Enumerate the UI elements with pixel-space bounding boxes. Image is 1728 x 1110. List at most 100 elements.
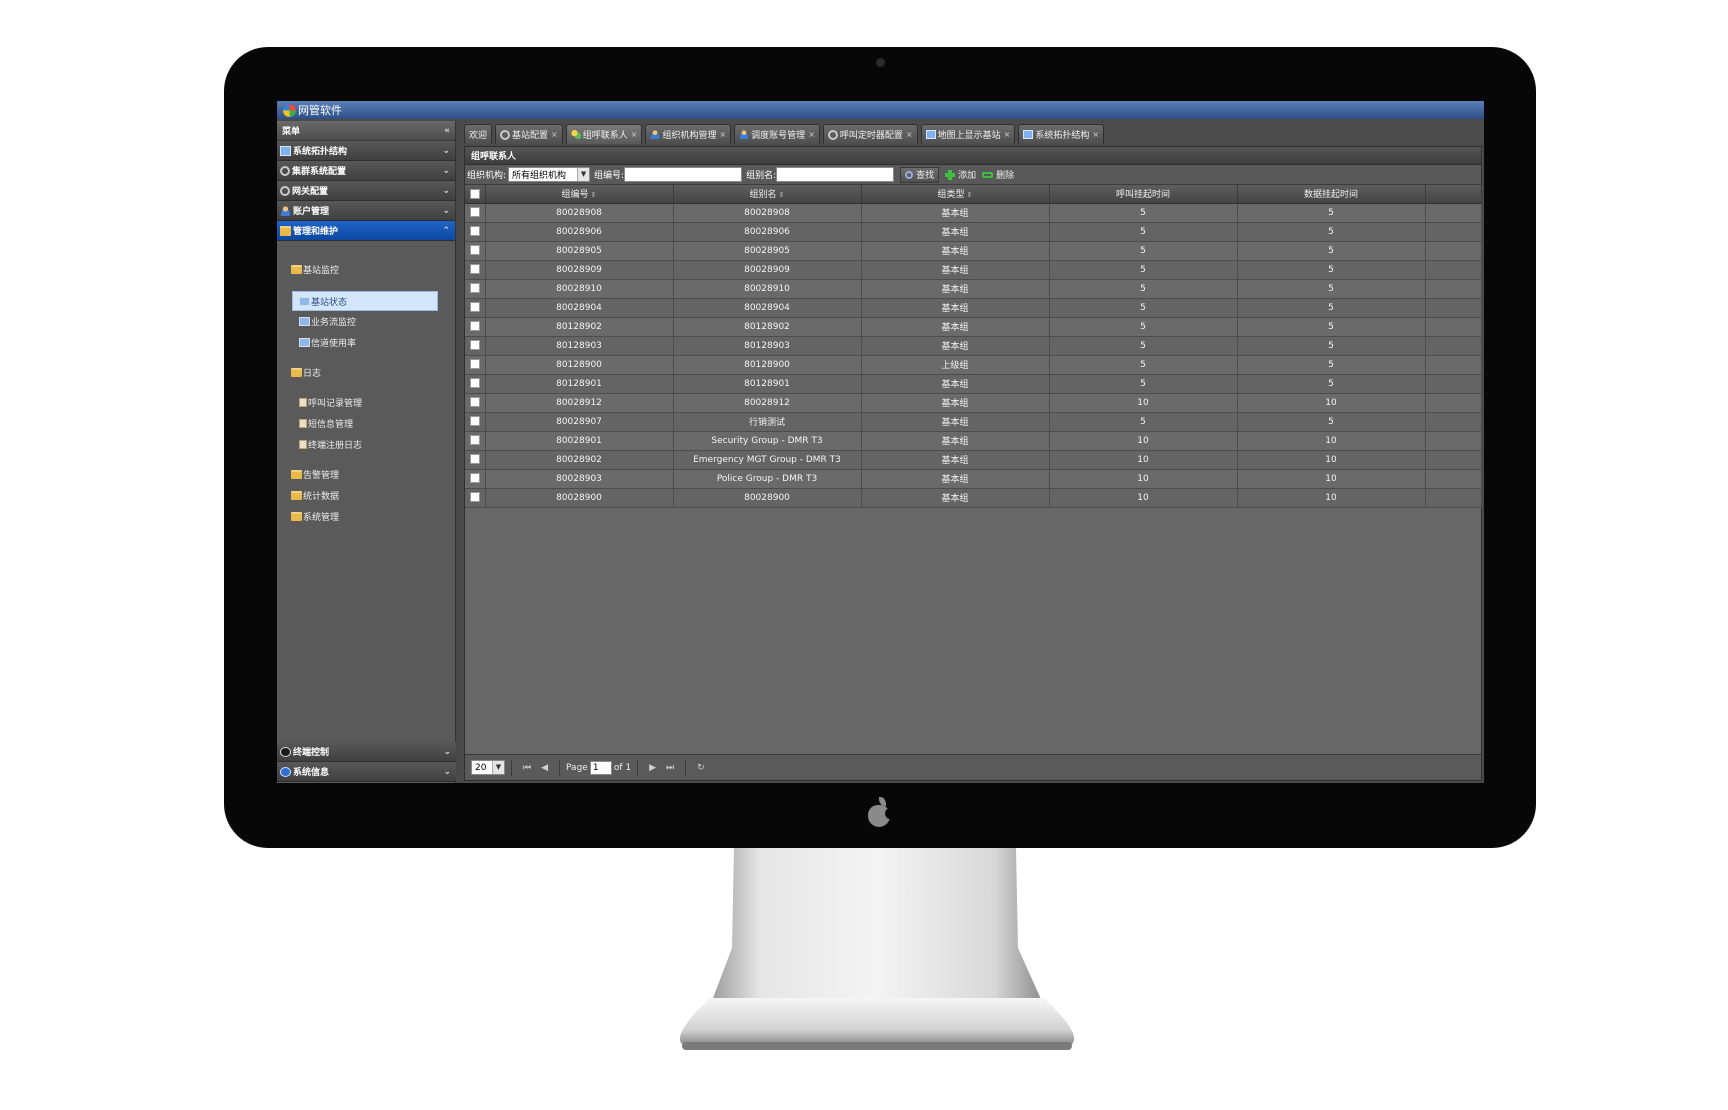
row-checkbox[interactable] (469, 359, 480, 370)
row-checkbox[interactable] (469, 378, 480, 389)
delete-button[interactable]: 删除 (982, 168, 1014, 181)
row-select-cell[interactable] (465, 317, 486, 337)
table-row[interactable]: 80128900 80128900 上级组 5 5 (465, 355, 1482, 375)
tree-item-call-record[interactable]: 呼叫记录管理 (299, 394, 362, 410)
table-row[interactable]: 80028909 80028909 基本组 5 5 (465, 260, 1482, 280)
tab-dispatch-accounts[interactable]: 调度账号管理 × (734, 124, 820, 144)
row-select-cell[interactable] (465, 298, 486, 318)
tree-folder-stats[interactable]: 统计数据 (291, 487, 339, 503)
row-select-cell[interactable] (465, 450, 486, 470)
tree-folder-alarm[interactable]: 告警管理 (291, 466, 339, 482)
row-select-cell[interactable] (465, 412, 486, 432)
table-row[interactable]: 80028901 Security Group - DMR T3 基本组 10 10 (465, 431, 1482, 451)
row-select-cell[interactable] (465, 355, 486, 375)
row-select-cell[interactable] (465, 222, 486, 242)
row-checkbox[interactable] (469, 492, 480, 503)
close-icon[interactable]: × (1092, 130, 1099, 139)
row-select-cell[interactable] (465, 431, 486, 451)
tree-folder-bs-monitor[interactable]: 基站监控 (291, 261, 339, 277)
prev-page-icon[interactable]: ◀ (541, 763, 548, 773)
table-row[interactable]: 80028905 80028905 基本组 5 5 (465, 241, 1482, 261)
row-select-cell[interactable] (465, 393, 486, 413)
tab-topology[interactable]: 系统拓扑结构 × (1018, 124, 1105, 144)
table-row[interactable]: 80028902 Emergency MGT Group - DMR T3 基本组 1… (465, 450, 1482, 470)
tab-group-contacts[interactable]: 组呼联系人 × (565, 124, 643, 144)
table-row[interactable]: 80028908 80028908 基本组 5 5 (465, 203, 1482, 223)
page-size-select[interactable]: 20 ▼ (471, 760, 505, 775)
column-header-group-type[interactable]: 组类型 ⇕ (861, 185, 1050, 204)
row-checkbox[interactable] (469, 340, 480, 351)
row-checkbox[interactable] (469, 321, 480, 332)
close-icon[interactable]: × (906, 130, 913, 139)
table-row[interactable]: 80028904 80028904 基本组 5 5 (465, 298, 1482, 318)
tree-folder-log[interactable]: 日志 (291, 364, 321, 380)
sidebar-group-terminal-control[interactable]: 终端控制 ⌄ (277, 742, 456, 762)
close-icon[interactable]: × (808, 130, 815, 139)
page-number-input[interactable]: 1 (589, 760, 612, 775)
sidebar-group-gateway-config[interactable]: 网关配置 ⌄ (277, 181, 455, 201)
tree-item-bs-status[interactable]: 基站状态 (292, 291, 438, 311)
row-select-cell[interactable] (465, 469, 486, 489)
tree-item-terminal-log[interactable]: 终端注册日志 (299, 436, 362, 452)
row-checkbox[interactable] (469, 302, 480, 313)
tree-item-channel-usage[interactable]: 信道使用率 (299, 334, 356, 350)
sidebar-group-topology[interactable]: 系统拓扑结构 ⌄ (277, 141, 455, 161)
refresh-icon[interactable]: ↻ (697, 763, 705, 773)
tree-item-traffic-monitor[interactable]: 业务流监控 (299, 313, 356, 329)
table-row[interactable]: 80028912 80028912 基本组 10 10 (465, 393, 1482, 413)
table-row[interactable]: 80028903 Police Group - DMR T3 基本组 10 10 (465, 469, 1482, 489)
row-select-cell[interactable] (465, 241, 486, 261)
table-row[interactable]: 80028900 80028900 基本组 10 10 (465, 488, 1482, 508)
group-no-input[interactable] (624, 167, 743, 182)
search-button[interactable]: 查找 (900, 166, 940, 183)
row-checkbox[interactable] (469, 397, 480, 408)
column-header-group-no[interactable]: 组编号 ⇕ (485, 185, 674, 204)
close-icon[interactable]: × (631, 130, 638, 139)
last-page-icon[interactable]: ⏭ (666, 763, 674, 773)
row-checkbox[interactable] (469, 283, 480, 294)
row-select-cell[interactable] (465, 203, 486, 223)
close-icon[interactable]: × (551, 130, 558, 139)
add-button[interactable]: 添加 (945, 168, 976, 181)
row-checkbox[interactable] (469, 245, 480, 256)
tab-bs-config[interactable]: 基站配置 × (495, 124, 563, 144)
row-select-cell[interactable] (465, 279, 486, 299)
row-checkbox[interactable] (469, 226, 480, 237)
column-header-data-hang-time[interactable]: 数据挂起时间 (1237, 185, 1426, 204)
row-checkbox[interactable] (469, 264, 480, 275)
select-all-checkbox[interactable] (469, 188, 480, 199)
next-page-icon[interactable]: ▶ (649, 763, 656, 773)
tab-call-timer[interactable]: 呼叫定时器配置 × (822, 124, 918, 144)
row-checkbox[interactable] (469, 473, 480, 484)
tree-item-sms[interactable]: 短信息管理 (299, 415, 353, 431)
row-checkbox[interactable] (469, 207, 480, 218)
select-all-header[interactable] (465, 185, 486, 204)
row-checkbox[interactable] (469, 435, 480, 446)
column-header-call-hang-time[interactable]: 呼叫挂起时间 (1049, 185, 1238, 204)
table-row[interactable]: 80128901 80128901 基本组 5 5 (465, 374, 1482, 394)
row-select-cell[interactable] (465, 374, 486, 394)
tab-org-mgmt[interactable]: 组织机构管理 × (645, 124, 732, 144)
row-select-cell[interactable] (465, 336, 486, 356)
table-row[interactable]: 80028906 80028906 基本组 5 5 (465, 222, 1482, 242)
tab-welcome[interactable]: 欢迎 (464, 124, 493, 144)
close-icon[interactable]: × (1004, 130, 1011, 139)
sidebar-group-maintenance[interactable]: 管理和维护 ⌃ (277, 221, 455, 241)
group-name-input[interactable] (776, 167, 895, 182)
column-header-group-name[interactable]: 组别名 ⇕ (673, 185, 862, 204)
sidebar-group-account[interactable]: 账户管理 ⌄ (277, 201, 455, 221)
row-checkbox[interactable] (469, 416, 480, 427)
table-row[interactable]: 80128903 80128903 基本组 5 5 (465, 336, 1482, 356)
close-icon[interactable]: × (719, 130, 726, 139)
table-row[interactable]: 80128902 80128902 基本组 5 5 (465, 317, 1482, 337)
row-checkbox[interactable] (469, 454, 480, 465)
tab-map-bs[interactable]: 地图上显示基站 × (920, 124, 1016, 144)
sidebar-group-cluster-config[interactable]: 集群系统配置 ⌄ (277, 161, 455, 181)
table-row[interactable]: 80028910 80028910 基本组 5 5 (465, 279, 1482, 299)
org-select[interactable]: 所有组织机构 ▼ (508, 167, 591, 182)
sidebar-group-system-info[interactable]: 系统信息 ⌄ (277, 762, 456, 782)
table-row[interactable]: 80028907 行销测试 基本组 5 5 (465, 412, 1482, 432)
collapse-sidebar-icon[interactable]: « (444, 126, 450, 136)
row-select-cell[interactable] (465, 488, 486, 508)
tree-folder-sys-mgmt[interactable]: 系统管理 (291, 508, 339, 524)
